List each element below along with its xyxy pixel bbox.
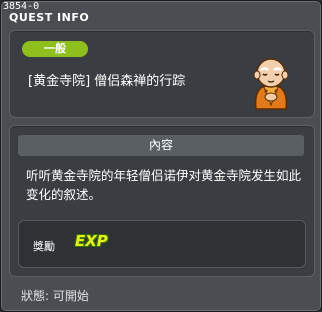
quest-name: [黄金寺院] 僧侣森禅的行踪 bbox=[28, 74, 186, 89]
quest-info-window: 3854-0 QUEST INFO 一般 [黄金寺院] 僧侣森禅的行踪 內容 听… bbox=[0, 0, 322, 312]
quest-content-panel: 內容 听听黄金寺院的年轻僧侣诺伊对黄金寺院发生如此变化的叙述。 獎勵 EXP bbox=[9, 125, 315, 277]
reward-box: 獎勵 EXP bbox=[18, 220, 306, 268]
window-title: QUEST INFO bbox=[9, 11, 90, 24]
content-header: 內容 bbox=[18, 135, 304, 156]
content-text: 听听黄金寺院的年轻僧侣诺伊对黄金寺院发生如此变化的叙述。 bbox=[26, 168, 302, 202]
quest-category-badge: 一般 bbox=[22, 41, 88, 57]
quest-status: 狀態: 可開始 bbox=[21, 289, 89, 303]
quest-summary-panel: 一般 [黄金寺院] 僧侣森禅的行踪 bbox=[9, 30, 315, 118]
monk-npc-icon bbox=[253, 58, 289, 110]
reward-label: 獎勵 bbox=[33, 240, 55, 253]
exp-icon[interactable]: EXP bbox=[75, 232, 108, 250]
